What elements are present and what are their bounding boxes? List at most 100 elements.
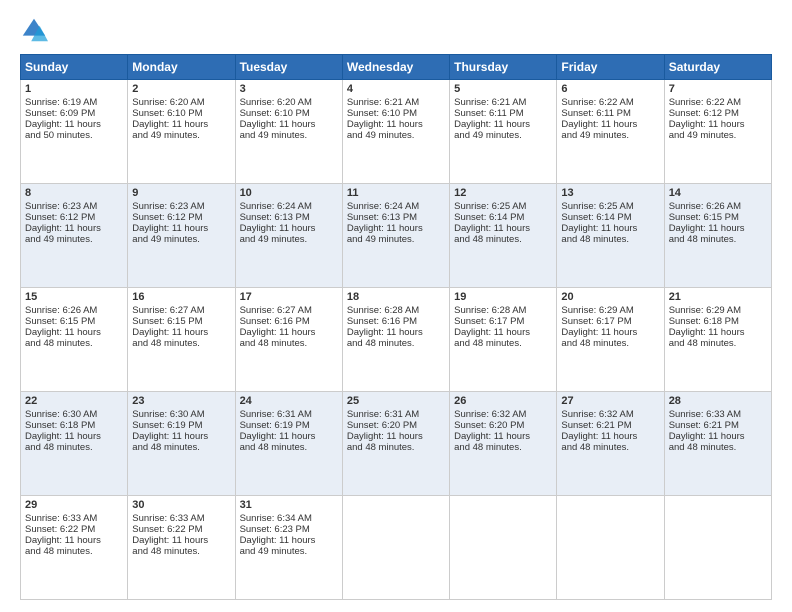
sunrise-label: Sunrise: 6:30 AM — [132, 409, 204, 420]
day-number: 5 — [454, 83, 552, 95]
daylight-label: Daylight: 11 hoursand 48 minutes. — [669, 431, 745, 453]
sunset-label: Sunset: 6:15 PM — [25, 316, 95, 327]
sunrise-label: Sunrise: 6:28 AM — [454, 305, 526, 316]
sunrise-label: Sunrise: 6:23 AM — [25, 201, 97, 212]
sunrise-label: Sunrise: 6:24 AM — [347, 201, 419, 212]
calendar-header-row: Sunday Monday Tuesday Wednesday Thursday… — [21, 55, 772, 80]
day-number: 19 — [454, 291, 552, 303]
calendar-cell: 7 Sunrise: 6:22 AM Sunset: 6:12 PM Dayli… — [664, 80, 771, 184]
sunrise-label: Sunrise: 6:31 AM — [240, 409, 312, 420]
sunset-label: Sunset: 6:21 PM — [669, 420, 739, 431]
calendar-cell: 20 Sunrise: 6:29 AM Sunset: 6:17 PM Dayl… — [557, 288, 664, 392]
calendar-cell: 27 Sunrise: 6:32 AM Sunset: 6:21 PM Dayl… — [557, 392, 664, 496]
daylight-label: Daylight: 11 hoursand 49 minutes. — [25, 223, 101, 245]
col-saturday: Saturday — [664, 55, 771, 80]
sunrise-label: Sunrise: 6:32 AM — [454, 409, 526, 420]
day-number: 6 — [561, 83, 659, 95]
col-friday: Friday — [557, 55, 664, 80]
daylight-label: Daylight: 11 hoursand 48 minutes. — [561, 431, 637, 453]
sunset-label: Sunset: 6:10 PM — [132, 108, 202, 119]
sunrise-label: Sunrise: 6:20 AM — [240, 97, 312, 108]
sunset-label: Sunset: 6:10 PM — [347, 108, 417, 119]
sunset-label: Sunset: 6:15 PM — [669, 212, 739, 223]
calendar-cell: 2 Sunrise: 6:20 AM Sunset: 6:10 PM Dayli… — [128, 80, 235, 184]
calendar-cell: 16 Sunrise: 6:27 AM Sunset: 6:15 PM Dayl… — [128, 288, 235, 392]
sunset-label: Sunset: 6:17 PM — [454, 316, 524, 327]
calendar-cell — [664, 496, 771, 600]
calendar-week-row: 8 Sunrise: 6:23 AM Sunset: 6:12 PM Dayli… — [21, 184, 772, 288]
sunrise-label: Sunrise: 6:33 AM — [25, 513, 97, 524]
daylight-label: Daylight: 11 hoursand 48 minutes. — [454, 327, 530, 349]
calendar-cell: 15 Sunrise: 6:26 AM Sunset: 6:15 PM Dayl… — [21, 288, 128, 392]
sunrise-label: Sunrise: 6:32 AM — [561, 409, 633, 420]
sunset-label: Sunset: 6:14 PM — [454, 212, 524, 223]
daylight-label: Daylight: 11 hoursand 48 minutes. — [669, 327, 745, 349]
day-number: 21 — [669, 291, 767, 303]
day-number: 11 — [347, 187, 445, 199]
sunrise-label: Sunrise: 6:29 AM — [669, 305, 741, 316]
calendar-cell: 4 Sunrise: 6:21 AM Sunset: 6:10 PM Dayli… — [342, 80, 449, 184]
daylight-label: Daylight: 11 hoursand 48 minutes. — [561, 223, 637, 245]
calendar-cell: 28 Sunrise: 6:33 AM Sunset: 6:21 PM Dayl… — [664, 392, 771, 496]
calendar-cell: 14 Sunrise: 6:26 AM Sunset: 6:15 PM Dayl… — [664, 184, 771, 288]
daylight-label: Daylight: 11 hoursand 48 minutes. — [240, 431, 316, 453]
calendar-cell: 13 Sunrise: 6:25 AM Sunset: 6:14 PM Dayl… — [557, 184, 664, 288]
calendar-cell: 24 Sunrise: 6:31 AM Sunset: 6:19 PM Dayl… — [235, 392, 342, 496]
calendar-cell: 25 Sunrise: 6:31 AM Sunset: 6:20 PM Dayl… — [342, 392, 449, 496]
sunset-label: Sunset: 6:12 PM — [669, 108, 739, 119]
day-number: 27 — [561, 395, 659, 407]
sunset-label: Sunset: 6:16 PM — [240, 316, 310, 327]
day-number: 8 — [25, 187, 123, 199]
calendar-cell: 29 Sunrise: 6:33 AM Sunset: 6:22 PM Dayl… — [21, 496, 128, 600]
sunset-label: Sunset: 6:21 PM — [561, 420, 631, 431]
day-number: 4 — [347, 83, 445, 95]
calendar-cell: 23 Sunrise: 6:30 AM Sunset: 6:19 PM Dayl… — [128, 392, 235, 496]
calendar-cell: 9 Sunrise: 6:23 AM Sunset: 6:12 PM Dayli… — [128, 184, 235, 288]
calendar-week-row: 1 Sunrise: 6:19 AM Sunset: 6:09 PM Dayli… — [21, 80, 772, 184]
sunrise-label: Sunrise: 6:25 AM — [561, 201, 633, 212]
sunset-label: Sunset: 6:11 PM — [561, 108, 631, 119]
sunrise-label: Sunrise: 6:29 AM — [561, 305, 633, 316]
daylight-label: Daylight: 11 hoursand 48 minutes. — [240, 327, 316, 349]
calendar-cell: 6 Sunrise: 6:22 AM Sunset: 6:11 PM Dayli… — [557, 80, 664, 184]
daylight-label: Daylight: 11 hoursand 48 minutes. — [25, 431, 101, 453]
page: Sunday Monday Tuesday Wednesday Thursday… — [0, 0, 792, 612]
col-wednesday: Wednesday — [342, 55, 449, 80]
col-monday: Monday — [128, 55, 235, 80]
day-number: 20 — [561, 291, 659, 303]
daylight-label: Daylight: 11 hoursand 48 minutes. — [454, 431, 530, 453]
daylight-label: Daylight: 11 hoursand 49 minutes. — [561, 119, 637, 141]
sunrise-label: Sunrise: 6:26 AM — [25, 305, 97, 316]
sunrise-label: Sunrise: 6:21 AM — [347, 97, 419, 108]
sunset-label: Sunset: 6:16 PM — [347, 316, 417, 327]
calendar-cell — [557, 496, 664, 600]
sunset-label: Sunset: 6:17 PM — [561, 316, 631, 327]
calendar-cell: 10 Sunrise: 6:24 AM Sunset: 6:13 PM Dayl… — [235, 184, 342, 288]
calendar-cell: 19 Sunrise: 6:28 AM Sunset: 6:17 PM Dayl… — [450, 288, 557, 392]
header — [20, 16, 772, 44]
sunrise-label: Sunrise: 6:19 AM — [25, 97, 97, 108]
day-number: 15 — [25, 291, 123, 303]
daylight-label: Daylight: 11 hoursand 49 minutes. — [132, 223, 208, 245]
daylight-label: Daylight: 11 hoursand 49 minutes. — [240, 535, 316, 557]
sunrise-label: Sunrise: 6:26 AM — [669, 201, 741, 212]
daylight-label: Daylight: 11 hoursand 48 minutes. — [669, 223, 745, 245]
sunrise-label: Sunrise: 6:24 AM — [240, 201, 312, 212]
daylight-label: Daylight: 11 hoursand 48 minutes. — [347, 327, 423, 349]
daylight-label: Daylight: 11 hoursand 49 minutes. — [347, 223, 423, 245]
daylight-label: Daylight: 11 hoursand 49 minutes. — [240, 119, 316, 141]
calendar-table: Sunday Monday Tuesday Wednesday Thursday… — [20, 54, 772, 600]
daylight-label: Daylight: 11 hoursand 49 minutes. — [669, 119, 745, 141]
day-number: 9 — [132, 187, 230, 199]
calendar-cell: 17 Sunrise: 6:27 AM Sunset: 6:16 PM Dayl… — [235, 288, 342, 392]
calendar-cell: 26 Sunrise: 6:32 AM Sunset: 6:20 PM Dayl… — [450, 392, 557, 496]
calendar-cell: 1 Sunrise: 6:19 AM Sunset: 6:09 PM Dayli… — [21, 80, 128, 184]
day-number: 29 — [25, 499, 123, 511]
calendar-cell: 30 Sunrise: 6:33 AM Sunset: 6:22 PM Dayl… — [128, 496, 235, 600]
calendar-cell: 12 Sunrise: 6:25 AM Sunset: 6:14 PM Dayl… — [450, 184, 557, 288]
sunset-label: Sunset: 6:13 PM — [240, 212, 310, 223]
calendar-cell: 8 Sunrise: 6:23 AM Sunset: 6:12 PM Dayli… — [21, 184, 128, 288]
daylight-label: Daylight: 11 hoursand 49 minutes. — [347, 119, 423, 141]
sunrise-label: Sunrise: 6:22 AM — [561, 97, 633, 108]
sunset-label: Sunset: 6:18 PM — [669, 316, 739, 327]
